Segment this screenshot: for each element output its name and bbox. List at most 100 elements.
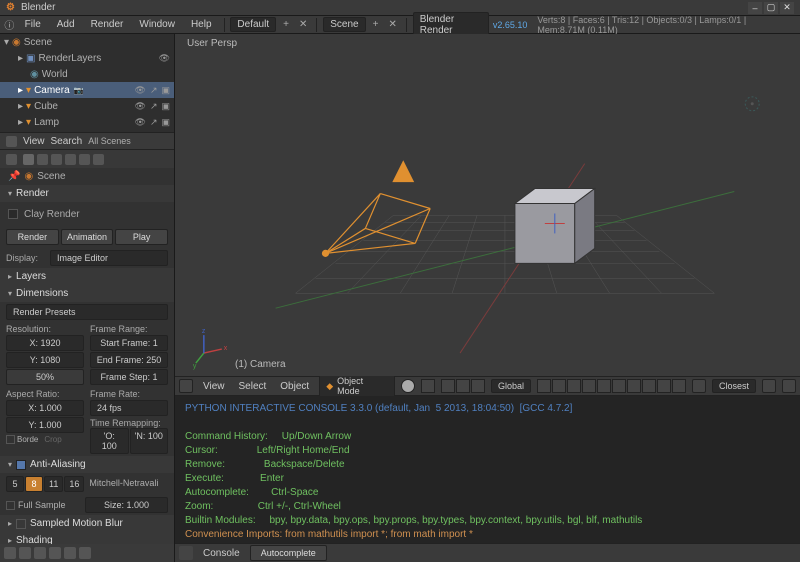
close-button[interactable]: ✕ — [780, 2, 794, 14]
menu-help[interactable]: Help — [185, 17, 218, 32]
console-menu[interactable]: Console — [199, 548, 244, 559]
panel-dimensions[interactable]: Dimensions — [16, 288, 68, 299]
start-frame[interactable]: Start Frame: 1 — [90, 335, 168, 351]
layout-remove-icon[interactable]: ✕ — [296, 19, 310, 30]
outliner-item-renderlayers[interactable]: ▸▣ RenderLayers 👁 — [0, 50, 174, 66]
aa-size[interactable]: Size: 1.000 — [85, 497, 168, 513]
opengl-render-icon[interactable] — [782, 379, 796, 393]
cube-object[interactable] — [515, 189, 595, 264]
bottom-icon-4[interactable] — [49, 547, 61, 559]
render-presets-dropdown[interactable]: Render Presets — [6, 304, 168, 320]
panel-layers[interactable]: Layers — [16, 271, 46, 282]
bottom-icon-1[interactable] — [4, 547, 16, 559]
bottom-icon-6[interactable] — [79, 547, 91, 559]
aspect-y[interactable]: Y: 1.000 — [6, 417, 84, 433]
menu-add[interactable]: Add — [51, 17, 81, 32]
bottom-icon-3[interactable] — [34, 547, 46, 559]
outliner-view[interactable]: View — [23, 136, 45, 147]
scene-remove-icon[interactable]: ✕ — [385, 19, 399, 30]
end-frame[interactable]: End Frame: 250 — [90, 352, 168, 368]
tab-scene[interactable] — [37, 154, 48, 165]
selectable-icon[interactable]: ↗ — [150, 85, 158, 96]
render-button[interactable]: Render — [6, 229, 59, 245]
visibility-icon[interactable]: 👁 — [159, 53, 170, 64]
panel-render[interactable]: Render — [16, 188, 49, 199]
aa-16[interactable]: 16 — [64, 476, 84, 492]
menu-file[interactable]: File — [19, 17, 47, 32]
aa-11[interactable]: 11 — [44, 476, 63, 492]
manip-scale[interactable] — [471, 379, 485, 393]
pivot-icon[interactable] — [421, 379, 435, 393]
visibility-icon[interactable]: 👁 — [135, 85, 146, 96]
scene-dropdown[interactable]: Scene — [323, 17, 365, 32]
play-button[interactable]: Play — [115, 229, 168, 245]
resolution-x[interactable]: X: 1920 — [6, 335, 84, 351]
panel-antialias[interactable]: Anti-Aliasing — [30, 459, 86, 470]
minimize-button[interactable]: – — [748, 2, 762, 14]
visibility-icon[interactable]: 👁 — [135, 101, 146, 112]
full-sample-checkbox[interactable] — [6, 501, 15, 510]
outliner-item-cube[interactable]: ▸▾ Cube 👁↗▣ — [0, 98, 174, 114]
scene-add-icon[interactable]: + — [370, 19, 382, 30]
visibility-icon[interactable]: 👁 — [135, 117, 146, 128]
autocomplete-button[interactable]: Autocomplete — [250, 545, 327, 561]
viewport-editor-icon[interactable] — [179, 379, 193, 393]
console-editor-icon[interactable] — [179, 546, 193, 560]
frame-step[interactable]: Frame Step: 1 — [90, 369, 168, 385]
outliner-item-camera[interactable]: ▸▾ Camera 📷 👁↗▣ — [0, 82, 174, 98]
bottom-icon-5[interactable] — [64, 547, 76, 559]
info-editor-icon[interactable]: ⓘ — [4, 19, 15, 31]
tab-render[interactable] — [23, 154, 34, 165]
snap-toggle[interactable] — [692, 379, 706, 393]
aa-filter-dropdown[interactable]: Mitchell-Netravali — [85, 476, 168, 492]
render-icon[interactable]: ▣ — [161, 85, 170, 96]
aspect-x[interactable]: X: 1.000 — [6, 400, 84, 416]
mode-dropdown[interactable]: ◆Object Mode — [319, 374, 395, 398]
fps-dropdown[interactable]: 24 fps — [90, 400, 168, 416]
pin-icon[interactable]: 📌 — [8, 171, 20, 182]
selectable-icon[interactable]: ↗ — [150, 101, 158, 112]
tab-data[interactable] — [93, 154, 104, 165]
properties-editor-icon[interactable] — [6, 154, 17, 165]
snap-dropdown[interactable]: Closest — [712, 379, 756, 393]
vp-menu-object[interactable]: Object — [276, 381, 313, 392]
vp-menu-select[interactable]: Select — [234, 381, 270, 392]
tab-constraints[interactable] — [79, 154, 90, 165]
bottom-icon-2[interactable] — [19, 547, 31, 559]
outliner-item-scene[interactable]: ▾◉ Scene — [0, 34, 174, 50]
maximize-button[interactable]: ▢ — [764, 2, 778, 14]
render-icon[interactable]: ▣ — [161, 101, 170, 112]
manip-rotate[interactable] — [456, 379, 470, 393]
viewport-3d[interactable]: x y z — [175, 34, 800, 376]
menu-render[interactable]: Render — [85, 17, 130, 32]
orientation-dropdown[interactable]: Global — [491, 379, 531, 393]
python-console[interactable]: PYTHON INTERACTIVE CONSOLE 3.3.0 (defaul… — [175, 396, 800, 543]
outliner-editor-icon[interactable] — [6, 136, 17, 147]
aa-8[interactable]: 8 — [25, 476, 43, 492]
remap-new[interactable]: 'N: 100 — [130, 428, 169, 454]
manip-translate[interactable] — [441, 379, 455, 393]
animation-button[interactable]: Animation — [61, 229, 114, 245]
layout-add-icon[interactable]: + — [280, 19, 292, 30]
tab-world[interactable] — [51, 154, 62, 165]
tab-object[interactable] — [65, 154, 76, 165]
selectable-icon[interactable]: ↗ — [150, 117, 158, 128]
camera-object[interactable] — [322, 162, 430, 257]
menu-window[interactable]: Window — [133, 17, 181, 32]
resolution-pct[interactable]: 50% — [6, 369, 84, 385]
vp-menu-view[interactable]: View — [199, 381, 229, 392]
resolution-y[interactable]: Y: 1080 — [6, 352, 84, 368]
display-dropdown[interactable]: Image Editor — [50, 250, 168, 266]
motion-blur-toggle[interactable] — [16, 519, 26, 529]
lamp-object[interactable] — [745, 97, 759, 111]
outliner-search[interactable]: Search — [51, 136, 83, 147]
layout-dropdown[interactable]: Default — [230, 17, 276, 32]
aa-5[interactable]: 5 — [6, 476, 24, 492]
outliner-item-world[interactable]: ◉ World — [0, 66, 174, 82]
outliner-filter[interactable]: All Scenes — [88, 136, 131, 146]
border-checkbox[interactable] — [6, 435, 15, 444]
panel-shading[interactable]: Shading — [16, 535, 53, 544]
panel-motion-blur[interactable]: Sampled Motion Blur — [30, 518, 123, 529]
outliner-item-lamp[interactable]: ▸▾ Lamp 👁↗▣ — [0, 114, 174, 130]
aa-toggle[interactable] — [16, 460, 26, 470]
